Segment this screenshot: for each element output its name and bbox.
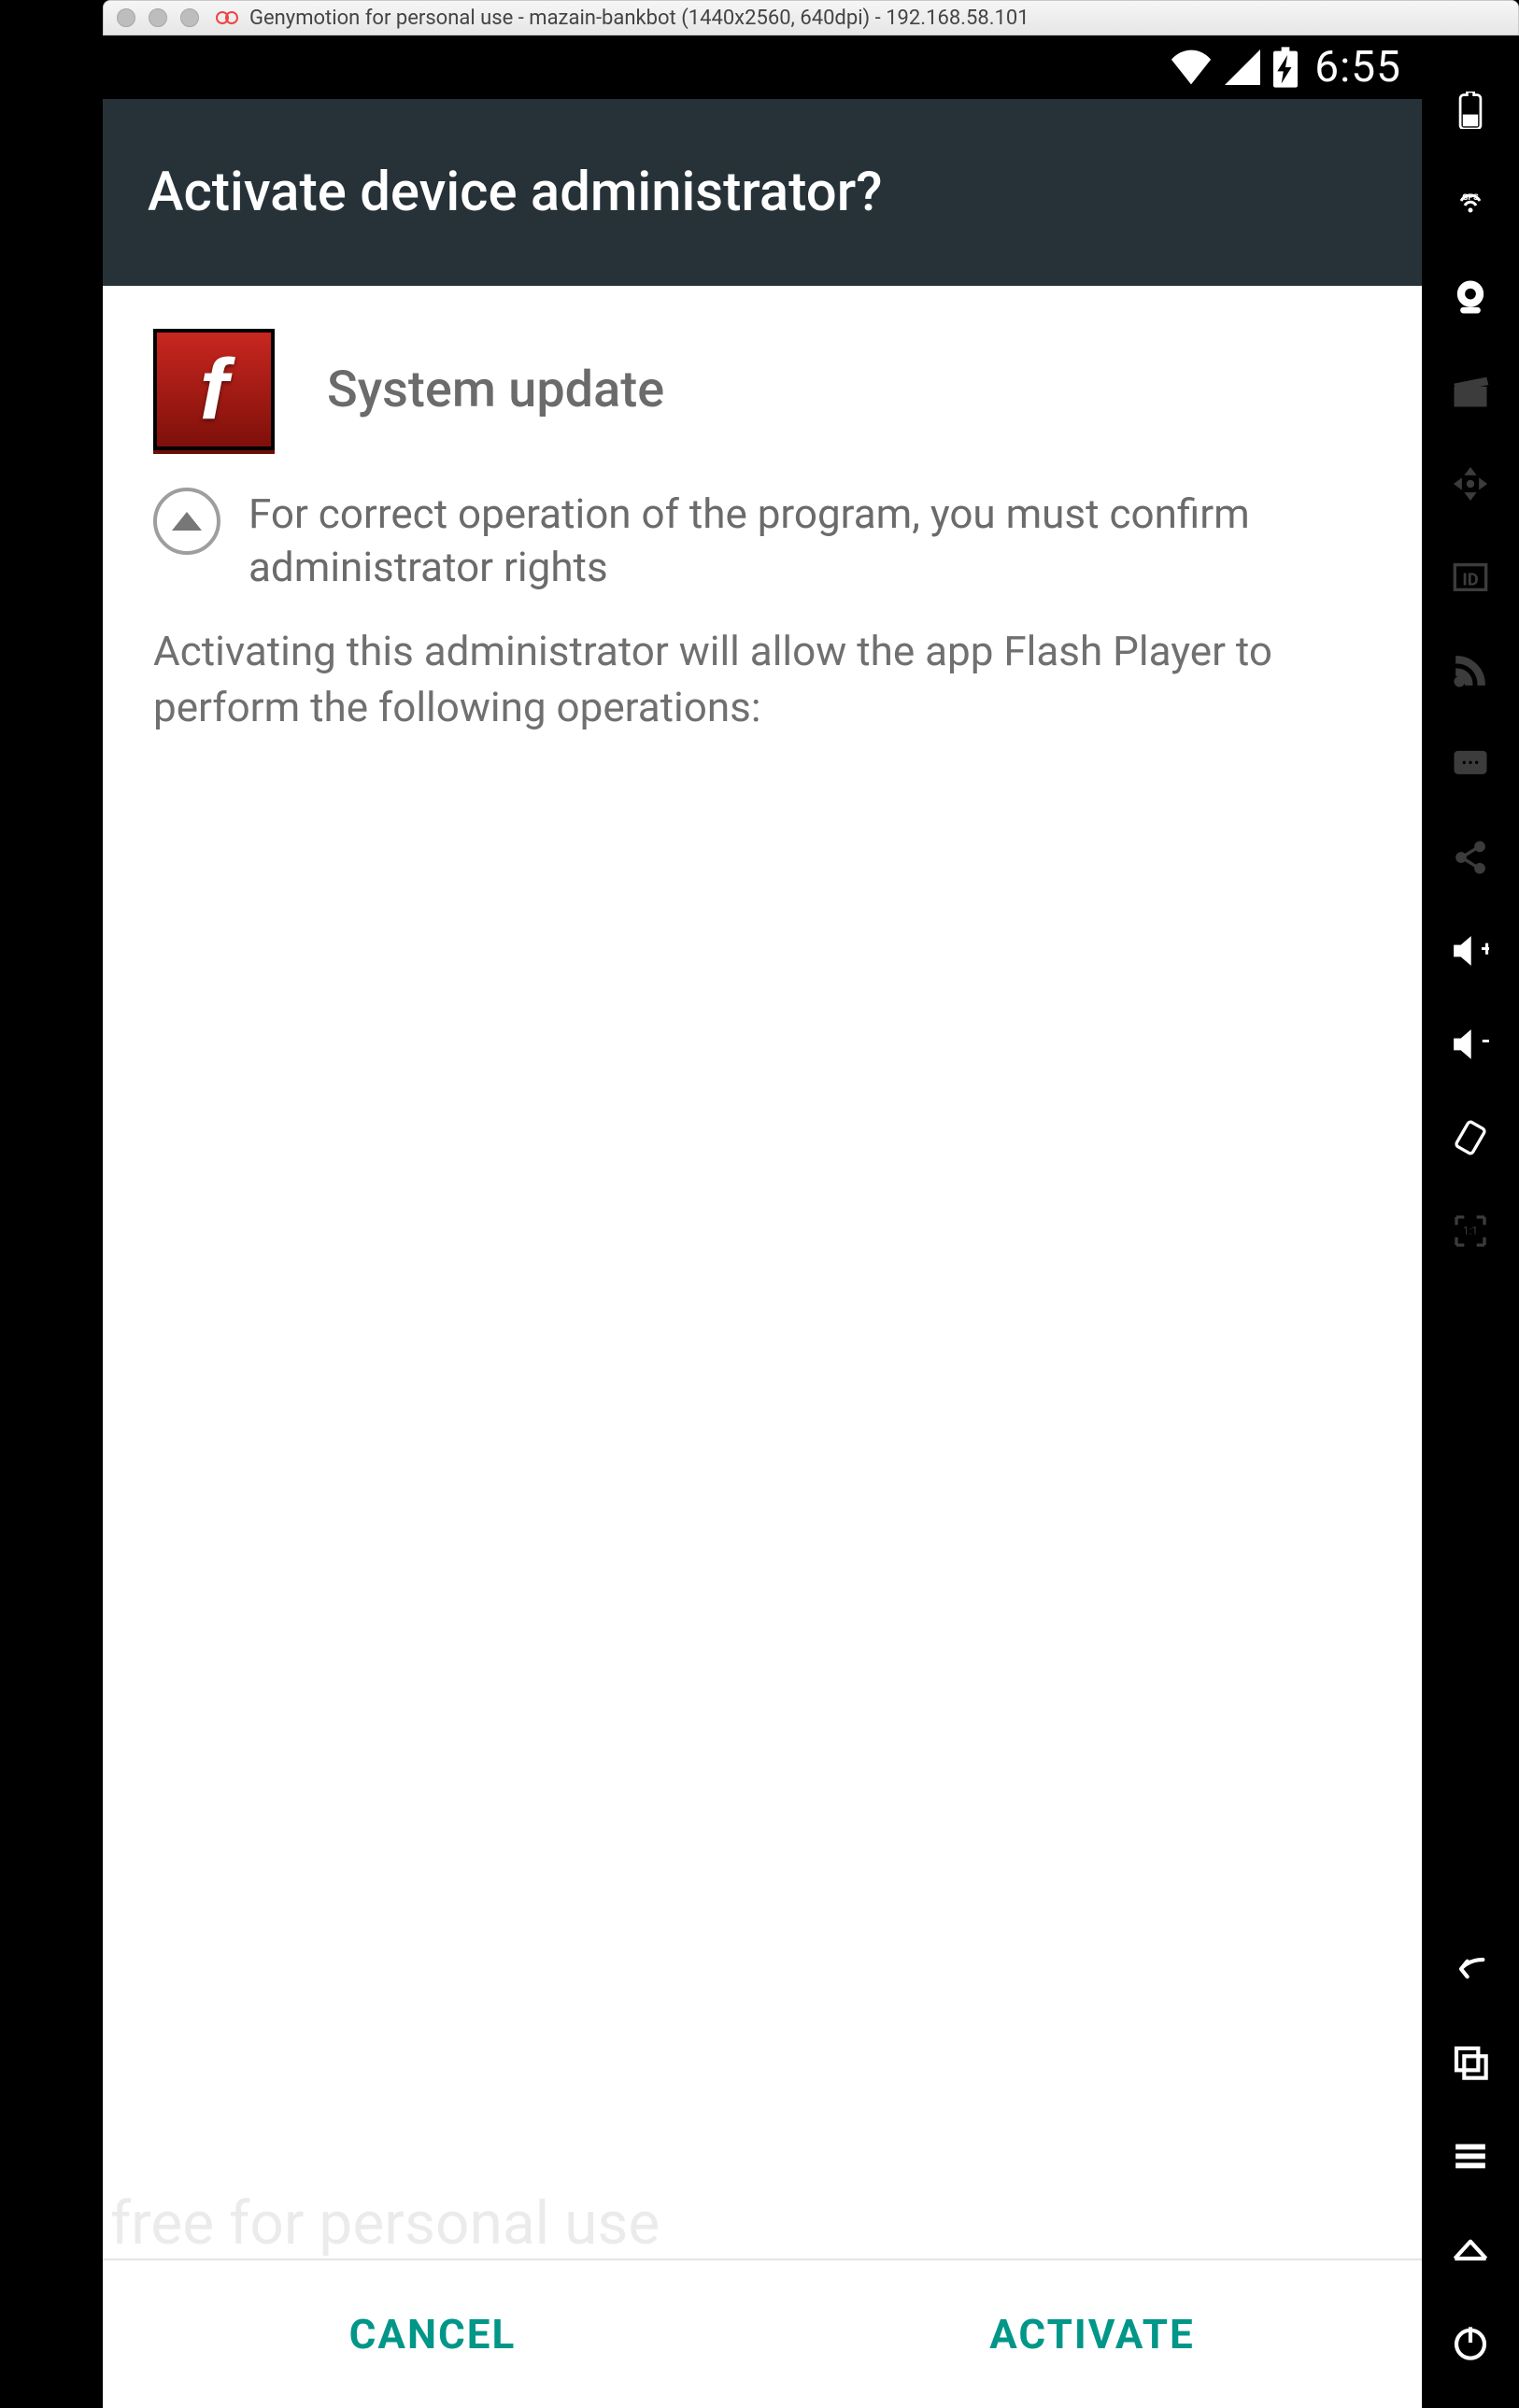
- recent-icon[interactable]: [1442, 2034, 1498, 2090]
- cell-signal-icon: [1225, 50, 1260, 85]
- status-time: 6:55: [1314, 42, 1401, 92]
- android-screen: 6:55 Activate device administrator? f Sy…: [103, 35, 1422, 2408]
- camera-icon[interactable]: [1442, 269, 1498, 325]
- rotate-icon[interactable]: [1442, 1110, 1498, 1166]
- genymotion-logo-icon: [216, 9, 240, 26]
- sms-icon[interactable]: [1442, 736, 1498, 792]
- gps-icon[interactable]: GPS: [1442, 176, 1498, 232]
- genymotion-toolbar: GPS ID + - 1:1: [1422, 35, 1519, 2408]
- admin-app-name: System update: [327, 361, 664, 419]
- window-titlebar: Genymotion for personal use - mazain-ban…: [103, 0, 1519, 35]
- power-icon[interactable]: [1442, 2315, 1498, 2371]
- id-icon[interactable]: ID: [1442, 549, 1498, 605]
- button-bar: CANCEL ACTIVATE: [103, 2259, 1422, 2408]
- flash-player-icon: f: [153, 329, 275, 450]
- move-icon[interactable]: [1442, 456, 1498, 512]
- fullscreen-icon[interactable]: 1:1: [1442, 1203, 1498, 1259]
- clapper-icon[interactable]: [1442, 362, 1498, 418]
- svg-text:GPS: GPS: [1462, 193, 1479, 203]
- rss-icon[interactable]: [1442, 643, 1498, 699]
- android-status-bar: 6:55: [103, 35, 1422, 99]
- window-title: Genymotion for personal use - mazain-ban…: [249, 7, 1029, 30]
- zoom-dot[interactable]: [180, 8, 199, 27]
- back-icon[interactable]: [1442, 1941, 1498, 1997]
- traffic-lights: [117, 8, 199, 27]
- page-title: Activate device administrator?: [148, 161, 882, 224]
- activate-button[interactable]: ACTIVATE: [762, 2260, 1422, 2408]
- close-dot[interactable]: [117, 8, 135, 27]
- home-icon[interactable]: [1442, 2221, 1498, 2277]
- svg-text:+: +: [1481, 937, 1489, 962]
- share-icon[interactable]: [1442, 829, 1498, 885]
- volume-up-icon[interactable]: +: [1442, 923, 1498, 979]
- svg-text:-: -: [1481, 1027, 1489, 1055]
- battery-charging-icon: [1273, 47, 1298, 88]
- menu-icon[interactable]: [1442, 2128, 1498, 2184]
- battery-icon[interactable]: [1442, 82, 1498, 138]
- app-bar: Activate device administrator?: [103, 99, 1422, 286]
- cancel-button[interactable]: CANCEL: [103, 2260, 762, 2408]
- explanation-row[interactable]: For correct operation of the program, yo…: [153, 488, 1371, 594]
- app-info-row: f System update: [153, 329, 1371, 450]
- description-text: Activating this administrator will allow…: [153, 624, 1371, 735]
- wifi-icon: [1171, 50, 1212, 85]
- expand-caret-icon[interactable]: [153, 488, 220, 555]
- svg-text:ID: ID: [1462, 570, 1478, 589]
- volume-down-icon[interactable]: -: [1442, 1016, 1498, 1072]
- minimize-dot[interactable]: [149, 8, 167, 27]
- content-area: f System update For correct operation of…: [103, 286, 1422, 2259]
- explanation-text: For correct operation of the program, yo…: [248, 488, 1371, 594]
- svg-text:1:1: 1:1: [1463, 1224, 1478, 1237]
